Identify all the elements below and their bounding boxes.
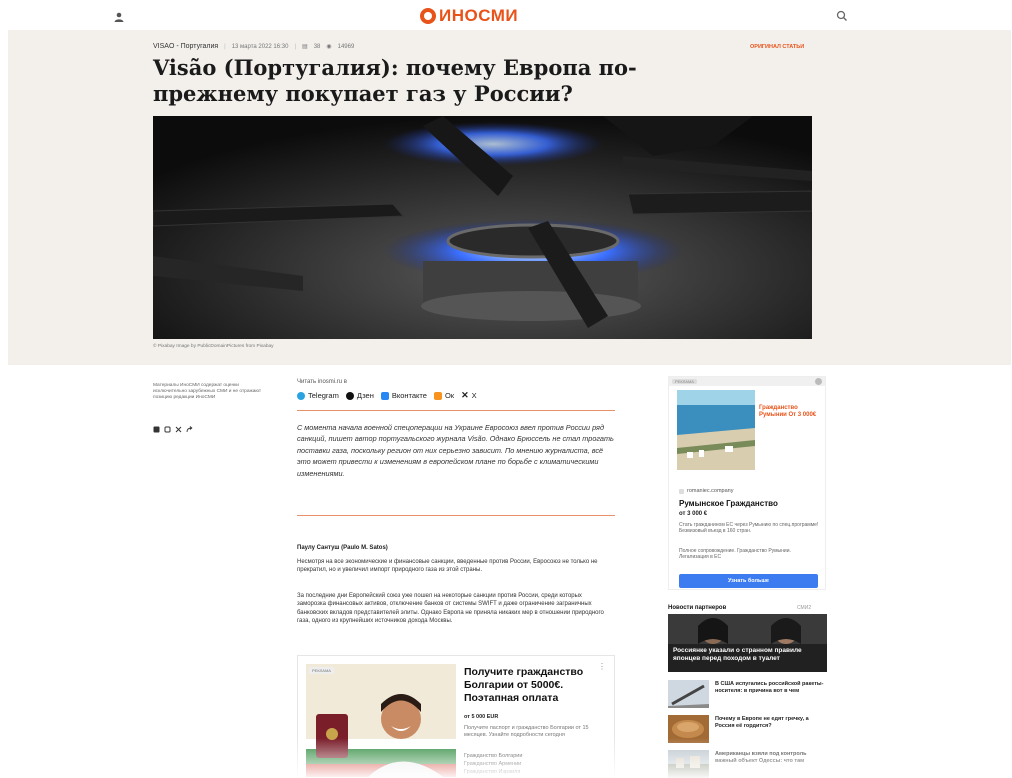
ad-link[interactable]: Гражданство Израиля [464, 768, 522, 776]
partner-news-item[interactable]: Американцы взяли под контроль важный объ… [668, 750, 827, 778]
vk-label: Вконтакте [391, 391, 427, 400]
ad-link[interactable]: Гражданство Армении [464, 760, 522, 768]
learn-more-button[interactable]: Узнать больше [679, 574, 818, 588]
ad-image [677, 390, 755, 470]
vk-icon [380, 391, 389, 400]
share-toolbar [153, 420, 193, 433]
ok-link[interactable]: Ок [433, 391, 455, 400]
top-bar: ИНОСМИ [0, 0, 1012, 30]
partner-news-item[interactable]: Почему в Европе не едят гречку, а Россия… [668, 715, 827, 745]
ad-headline[interactable]: Румынское Гражданство [679, 499, 778, 508]
eye-icon: ◉ [326, 44, 332, 50]
ad-tag: РЕКЛАМА [672, 379, 697, 384]
featured-news-image [668, 614, 827, 672]
copy-icon[interactable] [164, 420, 171, 433]
ad-tag: РЕКЛАМА [309, 667, 334, 674]
vk-link[interactable]: Вконтакте [380, 391, 427, 400]
comment-icon: ▤ [302, 44, 308, 50]
site-logo[interactable]: ИНОСМИ [420, 6, 518, 26]
article-meta: VISAO - Португалия | 13 марта 2022 16:30… [153, 43, 354, 50]
meta-separator: | [294, 43, 297, 50]
article-hero: VISAO - Португалия | 13 марта 2022 16:30… [8, 30, 1011, 365]
featured-news-title: Россиянке указали о странном правиле япо… [673, 647, 802, 662]
ad-description: Получите паспорт и гражданство Болгарии … [464, 725, 589, 738]
social-links: Telegram Дзен Вконтакте Ок ✕ X [297, 390, 477, 401]
search-icon[interactable] [835, 9, 849, 23]
dzen-icon [345, 391, 354, 400]
comment-share-icon[interactable] [153, 420, 160, 433]
article-source[interactable]: VISAO - Португалия [153, 43, 218, 50]
news-thumbnail [668, 680, 709, 708]
ok-icon [433, 391, 442, 400]
info-icon[interactable] [815, 378, 822, 385]
ad-image-caption: Гражданство Румынии От 3 000€ [759, 405, 817, 418]
ad-domain-text: romaniec.company [687, 488, 734, 494]
lead-bottom-rule [297, 515, 615, 516]
article-paragraph: Несмотря на все экономические и финансов… [297, 559, 598, 574]
dzen-link[interactable]: Дзен [345, 391, 374, 400]
article-title: Visão (Португалия): почему Европа по-пре… [153, 55, 637, 106]
ad-headline[interactable]: Получите гражданство Болгарии от 5000€. … [464, 666, 604, 705]
ad-image: РЕКЛАМА [306, 664, 456, 777]
news-title: В США испугались российской ракеты-носит… [715, 681, 824, 694]
article-date: 13 марта 2022 16:30 [231, 43, 289, 50]
original-article-link[interactable]: ОРИГИНАЛ СТАТЬИ [750, 44, 804, 50]
ok-label: Ок [444, 391, 455, 400]
comment-count: 38 [313, 43, 321, 50]
x-share-icon[interactable] [175, 420, 182, 433]
partner-news-featured[interactable]: Россиянке указали о странном правиле япо… [668, 614, 827, 672]
sidebar-ad[interactable]: РЕКЛАМА Гражданство Румынии От 3 000€ ro… [668, 376, 826, 590]
site-favicon-icon [679, 488, 684, 494]
editorial-disclaimer: Материалы ИноСМИ содержат оценки исключи… [153, 383, 262, 400]
ad-price: от 5 000 EUR [464, 714, 499, 720]
x-link[interactable]: ✕ X [461, 390, 477, 401]
news-title: Почему в Европе не едят гречку, а Россия… [715, 716, 809, 729]
x-icon: ✕ [461, 390, 469, 400]
dzen-label: Дзен [356, 391, 374, 400]
ad-description: Стать гражданином ЕС через Румынию по сп… [679, 522, 819, 534]
x-label: X [471, 391, 477, 400]
user-icon[interactable] [113, 10, 125, 22]
news-thumbnail [668, 750, 709, 778]
photo-caption: © Pixabay Image by PublicDomainPictures … [153, 344, 274, 349]
logo-mark-icon [420, 8, 436, 24]
partner-news-heading: Новости партнеров [668, 605, 727, 611]
news-title: Американцы взяли под контроль важный объ… [715, 751, 807, 764]
view-count: 14969 [337, 43, 355, 50]
telegram-icon [297, 391, 305, 400]
partner-news-brand[interactable]: СМИ2 [797, 605, 811, 611]
ad-links: Гражданство Болгарии Гражданство Армении… [464, 752, 522, 776]
article-paragraph: За последние дни Европейский союз уже по… [297, 593, 604, 624]
meta-separator: | [224, 43, 226, 50]
article-lead: С момента начала военной спецоперации на… [297, 423, 614, 478]
logo-text: ИНОСМИ [439, 6, 519, 25]
share-arrow-icon[interactable] [186, 420, 193, 433]
article-photo [153, 116, 812, 339]
ad-domain: romaniec.company [679, 488, 733, 494]
read-in-label: Читать inosmi.ru в [297, 379, 347, 385]
article-author: Паулу Сантуш (Paulo M. Satos) [297, 545, 388, 551]
inline-ad[interactable]: РЕКЛАМА ⋮ Получите гражданство Болгарии … [297, 655, 615, 778]
ad-price: от 3 000 € [679, 511, 708, 517]
ad-description: Полное сопровождение. Гражданство Румыни… [679, 548, 791, 560]
partner-news-item[interactable]: В США испугались российской ракеты-носит… [668, 680, 827, 710]
news-thumbnail [668, 715, 709, 743]
telegram-label: Telegram [308, 391, 339, 400]
lead-top-rule [297, 410, 615, 411]
ad-link[interactable]: Гражданство Болгарии [464, 752, 522, 760]
telegram-link[interactable]: Telegram [297, 391, 339, 400]
